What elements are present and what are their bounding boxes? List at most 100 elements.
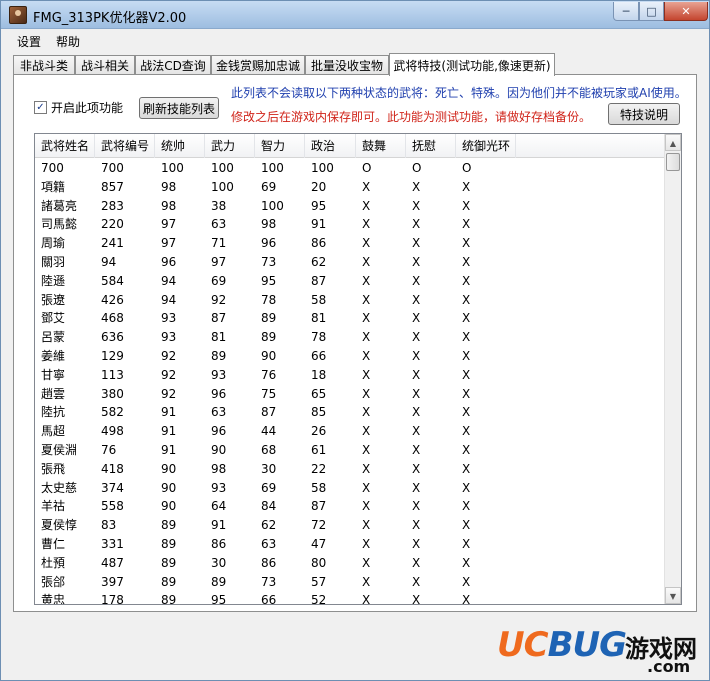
cell-politics: 57	[311, 574, 327, 589]
cell-force: 97	[211, 254, 227, 269]
tab-combat[interactable]: 战斗相关	[75, 55, 135, 75]
column-header-name[interactable]: 武将姓名	[35, 134, 95, 158]
column-header-force[interactable]: 武力	[205, 134, 255, 158]
scroll-down-icon[interactable]: ▼	[665, 587, 681, 604]
cell-inspire: X	[362, 273, 371, 288]
table-row[interactable]: 杜預 487 89 30 86 80 X X X	[35, 554, 665, 573]
table-row[interactable]: 羊祜 558 90 64 84 87 X X X	[35, 497, 665, 516]
table-row[interactable]: 700 700 100 100 100 100 O O O	[35, 159, 665, 178]
cell-force: 63	[211, 217, 227, 232]
cell-inspire: X	[362, 179, 371, 194]
table-row[interactable]: 甘寧 113 92 93 76 18 X X X	[35, 366, 665, 385]
column-header-comfort[interactable]: 抚慰	[406, 134, 456, 158]
table-row[interactable]: 黄忠 178 89 95 66 52 X X X	[35, 591, 665, 605]
cell-force: 30	[211, 555, 227, 570]
cell-name: 杜預	[41, 555, 66, 570]
scroll-up-icon[interactable]: ▲	[665, 134, 681, 151]
cell-inspire: X	[362, 367, 371, 382]
cell-inspire: X	[362, 330, 371, 345]
table-row[interactable]: 張飛 418 90 98 30 22 X X X	[35, 460, 665, 479]
table-row[interactable]: 張郃 397 89 89 73 57 X X X	[35, 573, 665, 592]
general-portrait-icon	[9, 6, 27, 24]
cell-name: 夏侯惇	[41, 518, 78, 533]
table-row[interactable]: 諸葛亮 283 98 38 100 95 X X X	[35, 197, 665, 216]
table-row[interactable]: 呂蒙 636 93 81 89 78 X X X	[35, 328, 665, 347]
table-row[interactable]: 鄧艾 468 93 87 89 81 X X X	[35, 309, 665, 328]
ucbug-watermark: UCBUG 游戏网 .com	[497, 623, 707, 679]
column-header-leadership[interactable]: 统帅	[155, 134, 205, 158]
scroll-thumb[interactable]	[666, 153, 680, 171]
tab-general-skills[interactable]: 武将特技(测试功能,像速更新)	[389, 53, 555, 76]
table-row[interactable]: 夏侯惇 83 89 91 62 72 X X X	[35, 516, 665, 535]
tab-tactic-cd[interactable]: 战法CD查询	[135, 55, 211, 75]
cell-leadership: 98	[161, 179, 177, 194]
cell-intellect: 63	[261, 536, 277, 551]
general-list[interactable]: 武将姓名 武将编号 统帅 武力 智力 政治 鼓舞 抚慰 统御光环 700 700 1…	[34, 133, 682, 605]
cell-command-aura: O	[462, 161, 472, 175]
table-row[interactable]: 項籍 857 98 100 69 20 X X X	[35, 178, 665, 197]
cell-inspire: X	[362, 292, 371, 307]
table-row[interactable]: 太史慈 374 90 93 69 58 X X X	[35, 479, 665, 498]
cell-inspire: X	[362, 348, 371, 363]
cell-comfort: X	[412, 555, 421, 570]
tab-money-loyalty[interactable]: 金钱赏赐加忠诚	[211, 55, 305, 75]
vertical-scrollbar[interactable]: ▲ ▼	[664, 134, 681, 604]
maximize-button[interactable]: □	[639, 2, 664, 21]
table-row[interactable]: 馬超 498 91 96 44 26 X X X	[35, 422, 665, 441]
menu-help[interactable]: 帮助	[56, 33, 80, 50]
cell-politics: 100	[311, 161, 334, 175]
cell-force: 64	[211, 499, 227, 514]
column-header-intellect[interactable]: 智力	[255, 134, 305, 158]
cell-politics: 66	[311, 348, 327, 363]
cell-leadership: 92	[161, 367, 177, 382]
cell-force: 93	[211, 367, 227, 382]
cell-inspire: X	[362, 442, 371, 457]
table-row[interactable]: 夏侯淵 76 91 90 68 61 X X X	[35, 441, 665, 460]
checkbox-check-icon[interactable]: ✓	[34, 101, 47, 114]
table-row[interactable]: 曹仁 331 89 86 63 47 X X X	[35, 535, 665, 554]
menu-settings[interactable]: 设置	[17, 33, 41, 50]
cell-inspire: X	[362, 536, 371, 551]
cell-intellect: 89	[261, 311, 277, 326]
column-header-command-aura[interactable]: 统御光环	[456, 134, 516, 158]
cell-comfort: X	[412, 179, 421, 194]
tab-non-combat[interactable]: 非战斗类	[13, 55, 75, 75]
app-window: FMG_313PK优化器V2.00 ─ □ ✕ 设置 帮助 非战斗类 战斗相关 …	[0, 0, 710, 681]
close-button[interactable]: ✕	[664, 2, 708, 21]
tab-panel: ✓ 开启此项功能 刷新技能列表 此列表不会读取以下两种状态的武将：死亡、特殊。因…	[13, 74, 697, 612]
cell-comfort: X	[412, 405, 421, 420]
table-row[interactable]: 陸抗 582 91 63 87 85 X X X	[35, 403, 665, 422]
cell-id: 94	[101, 254, 117, 269]
cell-intellect: 89	[261, 330, 277, 345]
close-icon: ✕	[681, 4, 691, 18]
table-row[interactable]: 司馬懿 220 97 63 98 91 X X X	[35, 215, 665, 234]
table-row[interactable]: 張遼 426 94 92 78 58 X X X	[35, 291, 665, 310]
table-row[interactable]: 關羽 94 96 97 73 62 X X X	[35, 253, 665, 272]
cell-force: 89	[211, 574, 227, 589]
cell-inspire: X	[362, 198, 371, 213]
column-header-inspire[interactable]: 鼓舞	[356, 134, 406, 158]
watermark-logo: UCBUG	[497, 625, 627, 665]
cell-force: 100	[211, 179, 234, 194]
skill-help-button[interactable]: 特技说明	[608, 103, 680, 125]
cell-comfort: X	[412, 236, 421, 251]
column-header-politics[interactable]: 政治	[305, 134, 356, 158]
tab-confiscate-treasure[interactable]: 批量没收宝物	[305, 55, 389, 75]
table-row[interactable]: 姜維 129 92 89 90 66 X X X	[35, 347, 665, 366]
cell-id: 113	[101, 367, 124, 382]
cell-force: 96	[211, 386, 227, 401]
cell-name: 周瑜	[41, 236, 66, 251]
table-row[interactable]: 趙雲 380 92 96 75 65 X X X	[35, 385, 665, 404]
title-bar[interactable]: FMG_313PK优化器V2.00 ─ □ ✕	[1, 1, 709, 29]
enable-feature-checkbox[interactable]: ✓ 开启此项功能	[34, 99, 123, 116]
table-row[interactable]: 周瑜 241 97 71 96 86 X X X	[35, 234, 665, 253]
maximize-icon: □	[646, 4, 657, 18]
minimize-button[interactable]: ─	[613, 2, 639, 21]
refresh-skill-list-button[interactable]: 刷新技能列表	[139, 97, 219, 119]
table-row[interactable]: 陸遜 584 94 69 95 87 X X X	[35, 272, 665, 291]
cell-leadership: 89	[161, 593, 177, 605]
cell-comfort: X	[412, 518, 421, 533]
column-header-id[interactable]: 武将编号	[95, 134, 155, 158]
cell-comfort: X	[412, 292, 421, 307]
cell-politics: 87	[311, 499, 327, 514]
